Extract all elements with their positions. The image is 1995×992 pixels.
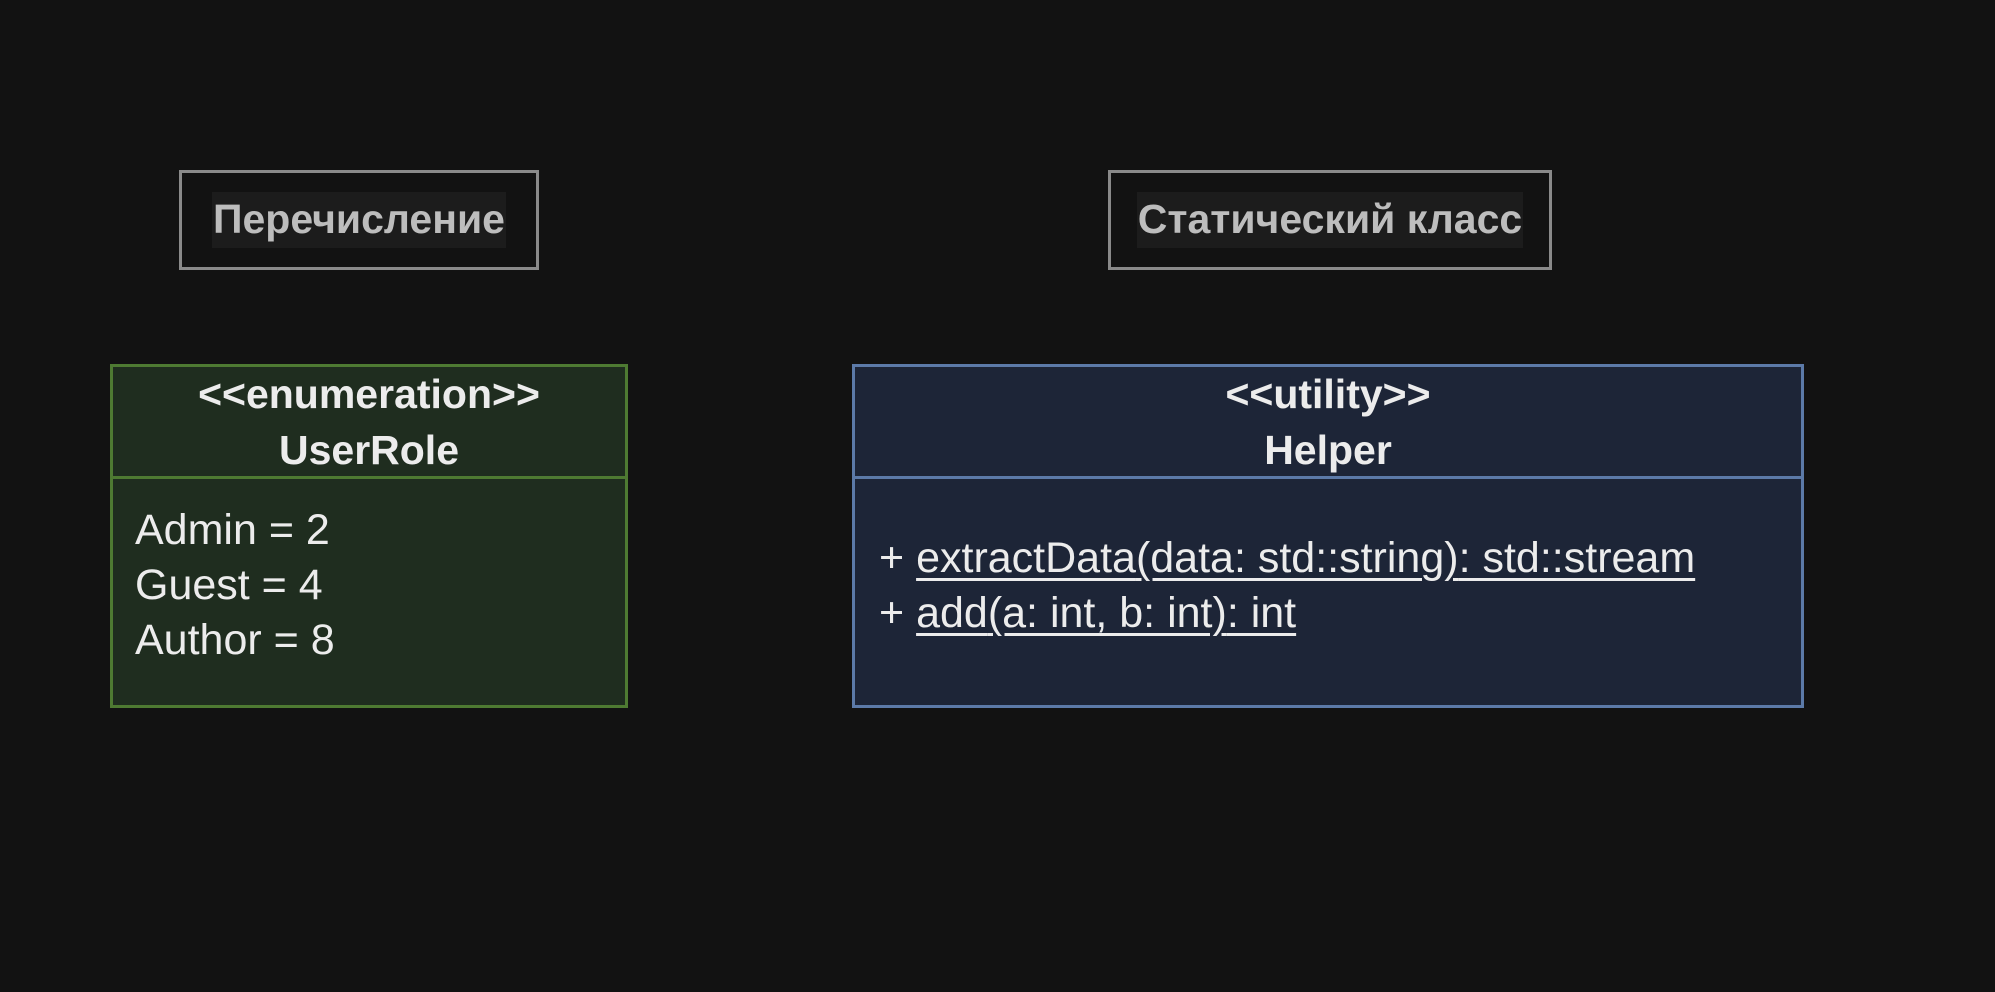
method-return-type: : std::stream (1458, 534, 1696, 582)
enum-caption: Перечисление (212, 192, 506, 248)
method-return-type: : int (1226, 589, 1297, 637)
method-params: (data: std::string) (1135, 534, 1459, 582)
enum-value: Author = 8 (135, 616, 335, 664)
method-name: add (916, 589, 988, 637)
static-class-caption-box: Статический класс (1108, 170, 1552, 270)
utility-class-header: <<utility>> Helper (855, 367, 1801, 479)
enum-class-userrole[interactable]: <<enumeration>> UserRole Admin = 2 Guest… (110, 364, 628, 708)
utility-methods-compartment: + extractData(data: std::string): std::s… (855, 479, 1801, 705)
enum-value: Admin = 2 (135, 506, 330, 554)
enum-caption-box: Перечисление (179, 170, 539, 270)
method-visibility: + (879, 534, 905, 582)
method-add: + add(a: int, b: int): int (879, 586, 1801, 641)
enum-class-header: <<enumeration>> UserRole (113, 367, 625, 479)
method-visibility: + (879, 589, 905, 637)
enum-stereotype: <<enumeration>> (198, 370, 540, 417)
utility-stereotype: <<utility>> (1225, 370, 1431, 417)
enum-value: Guest = 4 (135, 561, 323, 609)
enum-class-name: UserRole (278, 426, 459, 473)
utility-class-name: Helper (1264, 426, 1392, 473)
method-params: (a: int, b: int) (987, 589, 1227, 637)
static-class-caption: Статический класс (1136, 192, 1524, 248)
diagram-canvas: Перечисление Статический класс <<enumera… (0, 0, 1995, 992)
method-name: extractData (916, 534, 1136, 582)
method-extractdata: + extractData(data: std::string): std::s… (879, 531, 1801, 586)
utility-class-helper[interactable]: <<utility>> Helper + extractData(data: s… (852, 364, 1804, 708)
enum-values-compartment: Admin = 2 Guest = 4 Author = 8 (113, 479, 625, 705)
